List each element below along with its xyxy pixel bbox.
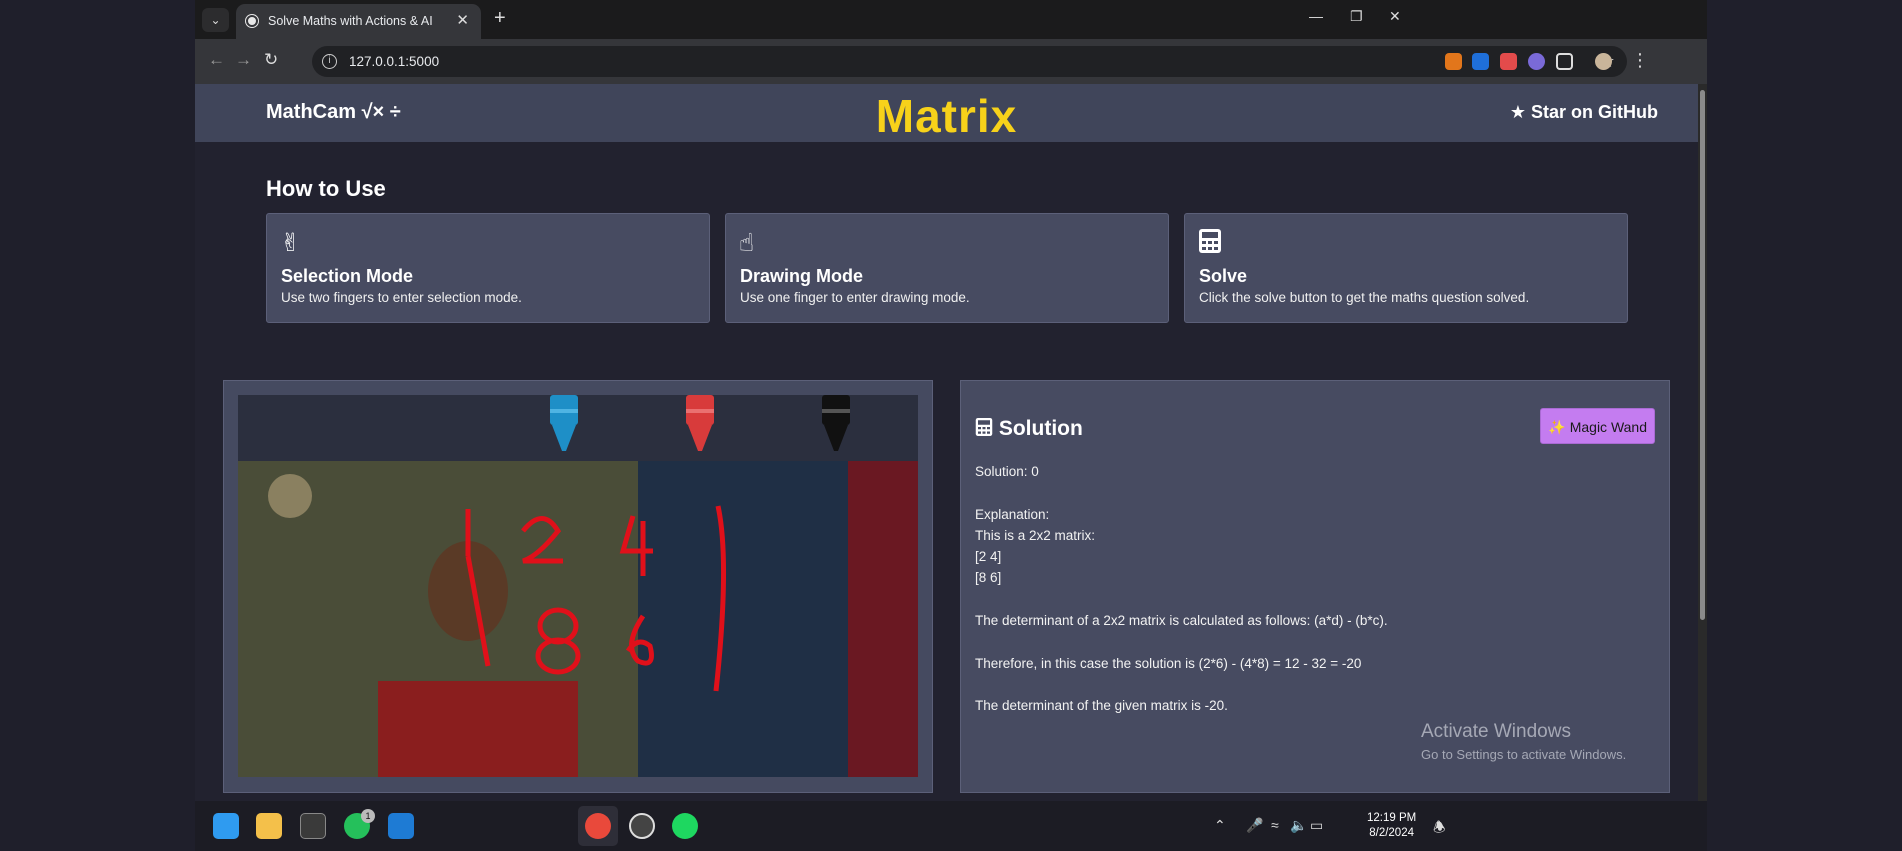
howto-card-drawing: ☝ Drawing Mode Use one finger to enter d… <box>725 213 1169 323</box>
file-explorer-icon[interactable] <box>256 813 282 839</box>
page-scrollbar[interactable] <box>1698 84 1707 801</box>
extension-icon[interactable] <box>1500 53 1517 70</box>
minimize-icon[interactable]: — <box>1309 8 1323 24</box>
metamask-extension-icon[interactable] <box>1445 53 1462 70</box>
activate-windows-watermark: Activate Windows Go to Settings to activ… <box>1421 721 1626 762</box>
solution-text: Solution: 0 Explanation: This is a 2x2 m… <box>975 464 1388 714</box>
card-title: Solve <box>1199 266 1248 286</box>
howto-card-solve: Solve Click the solve button to get the … <box>1184 213 1628 323</box>
magic-wand-button[interactable]: ✨ Magic Wand <box>1540 408 1655 444</box>
clock-date: 8/2/2024 <box>1369 827 1414 839</box>
new-tab-icon[interactable]: + <box>494 7 506 30</box>
solution-panel: Solution ✨ Magic Wand Solution: 0 Explan… <box>960 380 1670 793</box>
howto-heading: How to Use <box>266 176 386 201</box>
chrome-icon[interactable] <box>585 813 611 839</box>
chevron-up-icon[interactable]: ⌃ <box>1214 817 1226 834</box>
page-viewport: MathCam √× ÷ Matrix ★ Star on GitHub How… <box>195 84 1698 801</box>
github-link-label: Star on GitHub <box>1531 102 1658 122</box>
app-icon[interactable] <box>629 813 655 839</box>
menu-kebab-icon[interactable]: ⋮ <box>1631 50 1649 71</box>
watermark-title: Activate Windows <box>1421 721 1571 742</box>
spotify-icon[interactable] <box>672 813 698 839</box>
watermark-subtitle: Go to Settings to activate Windows. <box>1421 747 1627 762</box>
card-description: Use two fingers to enter selection mode. <box>281 290 522 305</box>
url-text: 127.0.0.1:5000 <box>349 54 440 69</box>
card-title: Selection Mode <box>281 266 414 286</box>
card-title: Drawing Mode <box>740 266 864 286</box>
tab-strip: ⌄ Solve Maths with Actions & AI ✕ + — ❐ … <box>195 0 1707 39</box>
app-navbar: MathCam √× ÷ Matrix ★ Star on GitHub <box>195 84 1698 142</box>
tab-search-button[interactable]: ⌄ <box>202 8 229 32</box>
black-crayon[interactable] <box>820 395 852 453</box>
magic-wand-label: Magic Wand <box>1569 419 1647 435</box>
windows-start-icon[interactable] <box>213 813 239 839</box>
notification-bell-icon[interactable]: 🕭 <box>1433 817 1446 841</box>
github-star-link[interactable]: ★ Star on GitHub <box>1510 102 1658 123</box>
vscode-icon[interactable] <box>388 813 414 839</box>
solution-title: Solution <box>998 417 1083 440</box>
extensions-puzzle-icon[interactable] <box>1556 53 1573 70</box>
whatsapp-badge: 1 <box>361 809 375 823</box>
tab-title: Solve Maths with Actions & AI <box>268 14 433 28</box>
forward-icon[interactable]: → <box>235 50 252 70</box>
speaker-icon[interactable]: 🔈 <box>1290 817 1307 834</box>
scrollbar-thumb[interactable] <box>1700 90 1705 620</box>
blue-crayon[interactable] <box>548 395 580 453</box>
calculator-icon <box>975 417 999 440</box>
page-title: Matrix <box>875 90 1018 142</box>
restore-icon[interactable]: ❐ <box>1350 8 1363 25</box>
microphone-icon[interactable]: 🎤 <box>1246 817 1263 834</box>
back-icon[interactable]: ← <box>208 50 225 70</box>
magic-wand-icon: ✨ <box>1548 419 1566 435</box>
wifi-icon[interactable]: ≈ <box>1271 817 1279 833</box>
tab-close-icon[interactable]: ✕ <box>456 11 469 29</box>
system-clock[interactable]: 12:19 PM 8/2/2024 <box>1367 811 1416 841</box>
pointing-hand-icon: ☝ <box>739 229 755 257</box>
windows-taskbar: 1 ⌃ 🎤 ≈ 🔈 ▭ 12:19 PM 8/2/2024 🕭 <box>195 801 1707 851</box>
star-icon: ★ <box>1509 102 1526 122</box>
browser-tab[interactable]: Solve Maths with Actions & AI ✕ <box>236 4 481 39</box>
reload-icon[interactable]: ↻ <box>264 50 278 70</box>
color-palette <box>238 395 918 461</box>
battery-icon[interactable]: ▭ <box>1310 817 1323 834</box>
browser-window: ⌄ Solve Maths with Actions & AI ✕ + — ❐ … <box>195 0 1707 851</box>
address-bar[interactable]: i 127.0.0.1:5000 ☆ <box>312 46 1627 77</box>
profile-avatar[interactable] <box>1595 53 1612 70</box>
terminal-icon[interactable] <box>300 813 326 839</box>
close-window-icon[interactable]: ✕ <box>1389 8 1401 25</box>
card-description: Click the solve button to get the maths … <box>1199 290 1530 305</box>
howto-card-selection: ✌ Selection Mode Use two fingers to ente… <box>266 213 710 323</box>
extension-icon[interactable] <box>1472 53 1489 70</box>
site-info-icon[interactable]: i <box>322 54 337 69</box>
clock-time: 12:19 PM <box>1367 812 1417 824</box>
webcam-feed[interactable] <box>238 461 918 777</box>
camera-panel <box>223 380 933 793</box>
red-crayon[interactable] <box>684 395 716 453</box>
extension-icon[interactable] <box>1528 53 1545 70</box>
card-description: Use one finger to enter drawing mode. <box>740 290 970 305</box>
solution-heading: Solution <box>975 417 1083 441</box>
calculator-icon <box>1198 228 1222 261</box>
tab-favicon-icon <box>246 15 258 27</box>
two-fingers-hand-icon: ✌ <box>280 229 301 257</box>
